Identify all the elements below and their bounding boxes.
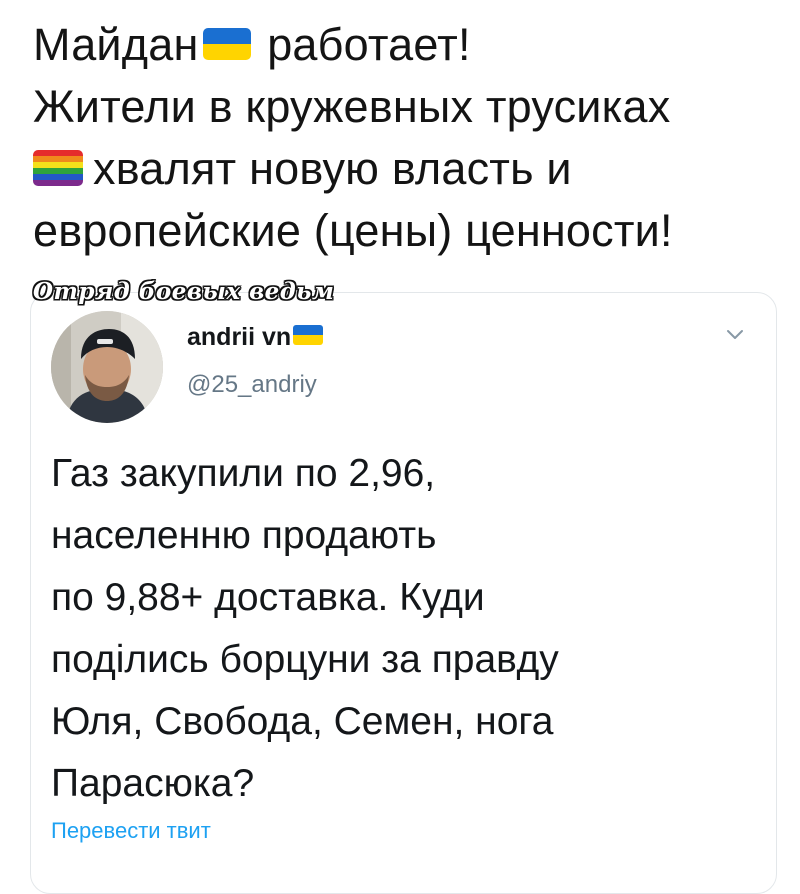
caption-line-2: Жители в кружевных трусиках	[33, 81, 671, 132]
tweet-user-handle[interactable]: @25_andriy	[187, 371, 317, 399]
translate-tweet-link[interactable]: Перевести твит	[51, 818, 211, 844]
tweet-text-line: по 9,88+ доставка. Куди	[51, 576, 485, 619]
caption-line-1-start: Майдан	[33, 19, 199, 70]
tweet-text-line: Парасюка?	[51, 762, 255, 805]
avatar[interactable]	[51, 311, 163, 423]
ukraine-flag-icon	[202, 28, 251, 61]
post-caption: Майдан работает! Жители в кружевных трус…	[33, 14, 773, 262]
tweet-text-line: Юля, Свобода, Семен, нога	[51, 700, 554, 743]
ukraine-flag-icon	[293, 325, 324, 346]
caption-line-4: европейские (цены) ценности!	[33, 205, 673, 256]
tweet-text-line: Газ закупили по 2,96,	[51, 452, 436, 495]
tweet-text: Газ закупили по 2,96, населенню продають…	[51, 443, 751, 815]
tweet-card[interactable]: andrii vn @25_andriy Газ закупили по 2,9…	[30, 292, 777, 894]
tweet-text-line: поділись борцуни за правду	[51, 638, 559, 681]
watermark-text: Отряд боевых ведьм	[33, 278, 335, 305]
caption-line-3-text: хвалят новую власть и	[93, 143, 572, 194]
avatar-photo	[51, 311, 163, 423]
caption-line-3: хвалят новую власть и	[33, 138, 773, 200]
caption-line-1: Майдан работает!	[33, 14, 773, 76]
tweet-text-line: населенню продають	[51, 514, 437, 557]
tweet-user-name-text: andrii vn	[187, 323, 292, 351]
rainbow-flag-icon	[33, 150, 83, 187]
chevron-down-icon[interactable]	[726, 326, 744, 344]
caption-line-1-end: работает!	[267, 19, 471, 70]
tweet-user-name[interactable]: andrii vn	[187, 323, 327, 352]
